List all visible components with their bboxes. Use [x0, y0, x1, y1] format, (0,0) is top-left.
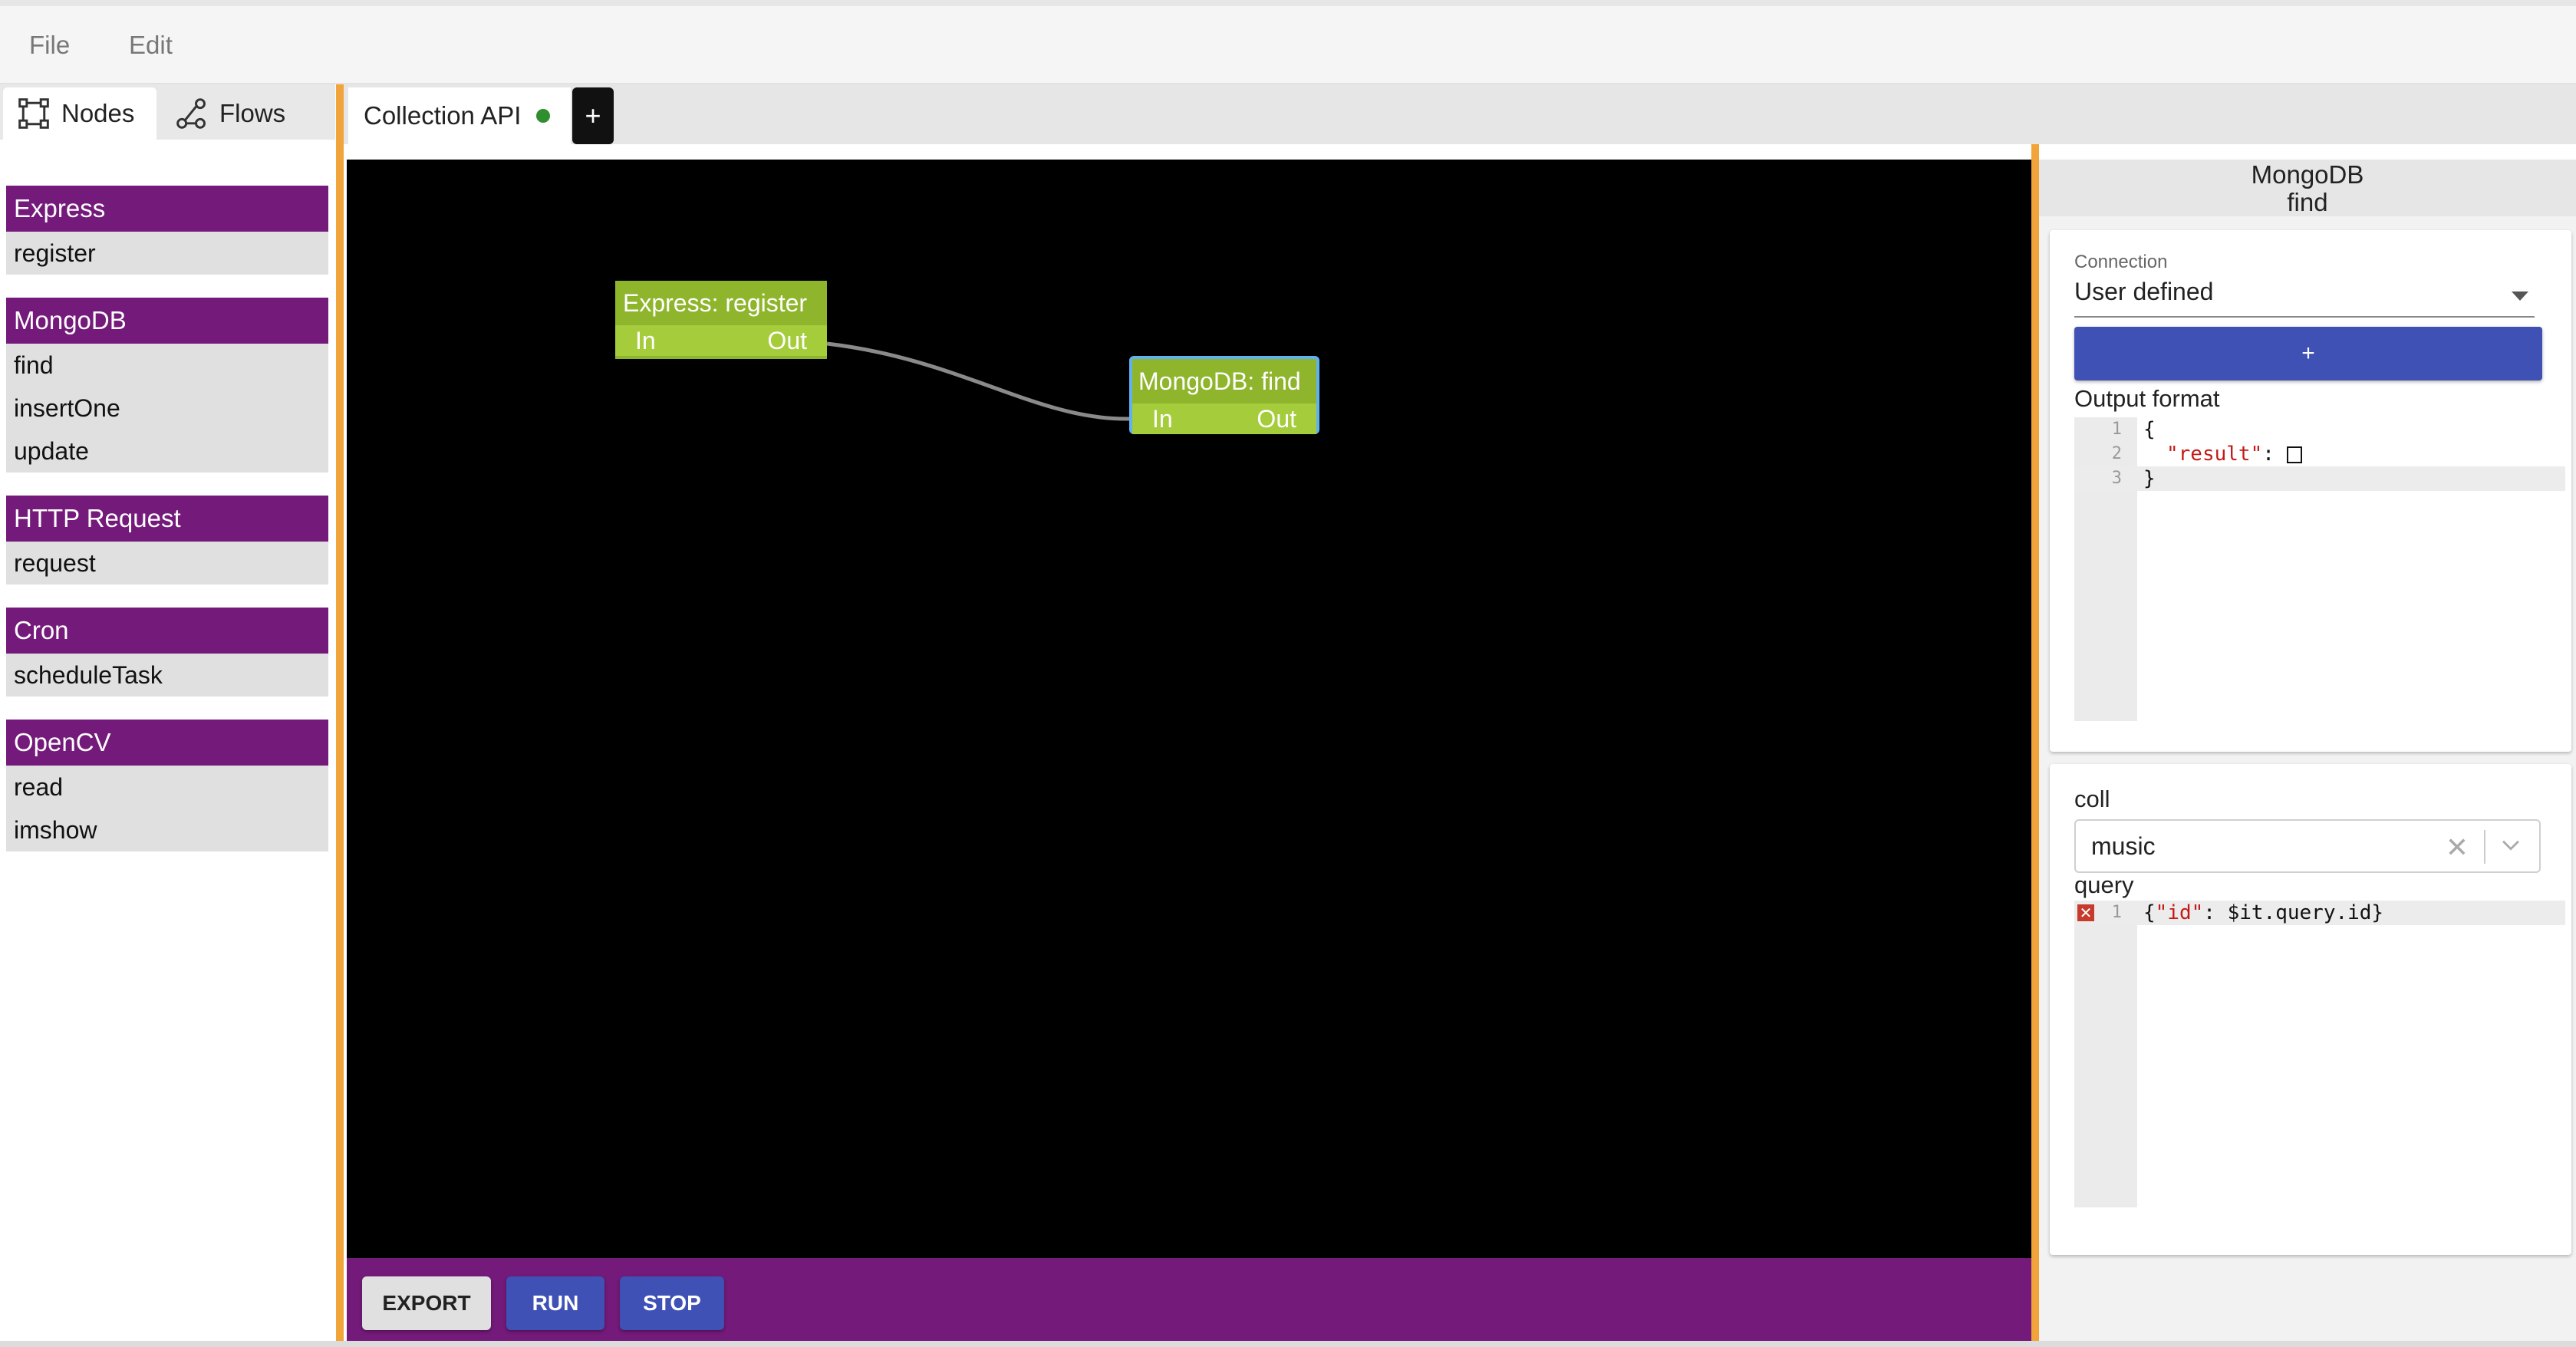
node-item-register[interactable]: register: [6, 232, 328, 275]
dropdown-arrow-icon: [2512, 291, 2528, 301]
code-line: {"id": $it.query.id}: [2143, 901, 2383, 925]
output-port[interactable]: Out: [767, 327, 807, 355]
tab-flows[interactable]: Flows: [161, 87, 315, 140]
clear-icon[interactable]: ✕: [2446, 832, 2469, 864]
node-group-express: Express register: [6, 186, 328, 275]
connection-label: Connection: [2074, 252, 2168, 272]
tab-label: Collection API: [364, 101, 522, 130]
node-mongodb-find[interactable]: MongoDB: find In Out: [1129, 356, 1319, 434]
node-item-scheduletask[interactable]: scheduleTask: [6, 654, 328, 697]
node-properties-panel: MongoDB find Connection User defined + O…: [2039, 160, 2576, 1342]
group-title: Cron: [6, 608, 328, 654]
chevron-down-icon[interactable]: [2498, 832, 2524, 858]
tab-collection-api[interactable]: Collection API: [348, 87, 571, 144]
nodes-icon: [18, 98, 49, 129]
run-button[interactable]: RUN: [506, 1276, 604, 1330]
line-number: 3: [2111, 469, 2122, 488]
select-divider: [2484, 830, 2485, 864]
right-resize-handle[interactable]: [2031, 84, 2039, 1342]
coll-value: music: [2091, 832, 2156, 860]
stop-button[interactable]: STOP: [620, 1276, 724, 1330]
input-port[interactable]: In: [635, 327, 656, 355]
node-item-imshow[interactable]: imshow: [6, 809, 328, 851]
node-item-find[interactable]: find: [6, 344, 328, 387]
window-bottom-edge: [0, 1341, 2576, 1347]
connection-value: User defined: [2074, 278, 2214, 305]
node-library-panel: Nodes Flows Express register MongoDB fin…: [0, 84, 335, 1342]
node-group-opencv: OpenCV read imshow: [6, 720, 328, 851]
line-number: 1: [2111, 903, 2122, 922]
tab-flows-label: Flows: [219, 99, 286, 127]
code-line: "result":: [2166, 442, 2302, 466]
output-format-editor[interactable]: 1 { 2 "result": 3 }: [2074, 417, 2565, 721]
output-port[interactable]: Out: [1257, 405, 1296, 433]
bottom-toolbar: EXPORT RUN STOP: [347, 1258, 2031, 1342]
error-icon: ✕: [2077, 904, 2094, 921]
query-label: query: [2074, 871, 2134, 898]
flows-icon: [176, 98, 206, 129]
code-line: }: [2143, 467, 2156, 490]
menu-file[interactable]: File: [29, 31, 70, 60]
left-panel-tabs: Nodes Flows: [0, 84, 335, 140]
code-brace: {: [2143, 901, 2156, 924]
group-title: HTTP Request: [6, 496, 328, 542]
node-item-insertone[interactable]: insertOne: [6, 387, 328, 430]
node-express-register[interactable]: Express: register In Out: [615, 281, 827, 359]
flow-tab-bar: Collection API +: [344, 84, 2576, 144]
node-item-request[interactable]: request: [6, 542, 328, 585]
status-dot-icon: [536, 109, 551, 123]
group-title: Express: [6, 186, 328, 232]
export-button[interactable]: EXPORT: [362, 1276, 491, 1330]
connection-card: Connection User defined + Output format …: [2050, 230, 2571, 752]
node-item-update[interactable]: update: [6, 430, 328, 473]
coll-label: coll: [2074, 785, 2110, 812]
menu-edit[interactable]: Edit: [129, 31, 173, 60]
line-number: 2: [2111, 444, 2122, 463]
code-key: "id": [2155, 901, 2204, 924]
properties-header-module: MongoDB: [2251, 160, 2364, 189]
code-rest: : $it.query.id}: [2203, 901, 2384, 924]
tab-nodes[interactable]: Nodes: [3, 87, 156, 140]
group-title: MongoDB: [6, 298, 328, 344]
coll-select[interactable]: music ✕: [2074, 819, 2541, 873]
editor-gutter: [2074, 901, 2137, 1207]
node-group-cron: Cron scheduleTask: [6, 608, 328, 697]
left-resize-handle[interactable]: [336, 84, 344, 1342]
code-line: {: [2143, 418, 2156, 441]
node-title: Express: register: [623, 288, 808, 317]
properties-header: MongoDB find: [2039, 160, 2576, 216]
placeholder-box-icon: [2286, 446, 2302, 463]
add-tab-button[interactable]: +: [572, 87, 614, 144]
node-group-http-request: HTTP Request request: [6, 496, 328, 585]
output-format-label: Output format: [2074, 385, 2220, 412]
input-port[interactable]: In: [1152, 405, 1173, 433]
add-connection-button[interactable]: +: [2074, 327, 2542, 380]
code-separator: :: [2262, 443, 2287, 466]
query-editor[interactable]: ✕ 1 {"id": $it.query.id}: [2074, 901, 2565, 1207]
flow-canvas[interactable]: Express: register In Out MongoDB: find I…: [347, 160, 2031, 1258]
group-title: OpenCV: [6, 720, 328, 766]
node-group-mongodb: MongoDB find insertOne update: [6, 298, 328, 473]
menu-bar: File Edit: [0, 6, 2576, 84]
node-connection: [826, 341, 1130, 421]
connection-select[interactable]: User defined: [2074, 278, 2535, 318]
window-top-edge: [0, 0, 2576, 6]
node-title: MongoDB: find: [1138, 367, 1301, 395]
line-number: 1: [2111, 420, 2122, 439]
node-item-read[interactable]: read: [6, 766, 328, 809]
properties-header-function: find: [2287, 188, 2328, 216]
code-key: "result": [2166, 443, 2263, 466]
tab-nodes-label: Nodes: [61, 99, 135, 127]
arguments-card: coll music ✕ query ✕ 1 {"id": $it.query.…: [2050, 764, 2571, 1255]
